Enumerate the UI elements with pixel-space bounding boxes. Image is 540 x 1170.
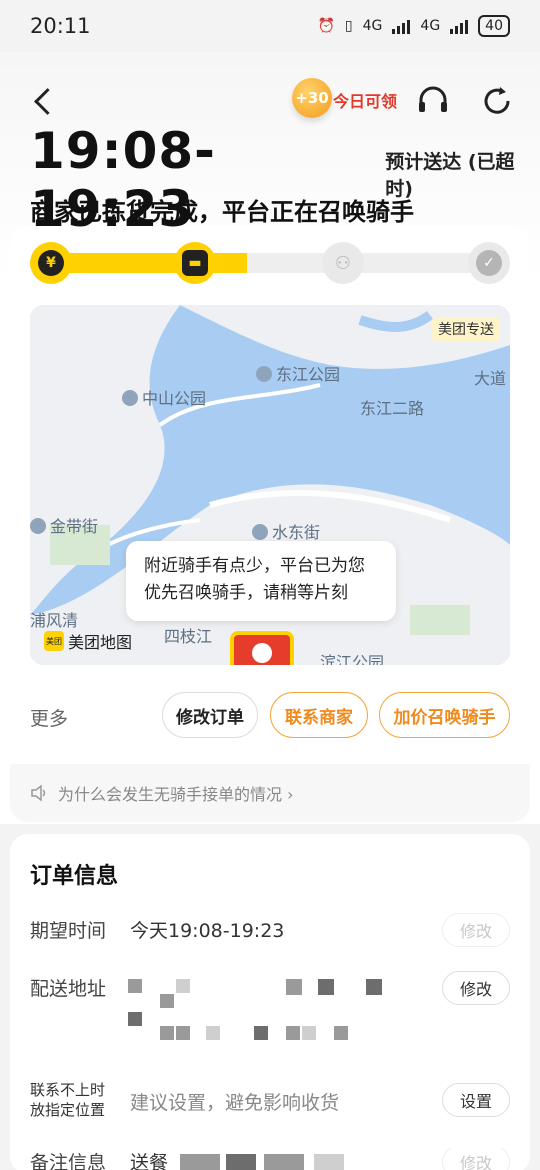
- expected-time-modify-button[interactable]: 修改: [442, 913, 510, 947]
- network-type-1: 4G: [362, 18, 383, 34]
- back-button[interactable]: [24, 82, 64, 122]
- map-label-binjiang-park: 滨江公园: [320, 653, 385, 665]
- delivery-map[interactable]: 美团专送 东江公园 中山公园 东江二路 大道 金带街 水东街 浦风清 四枝江 滨…: [30, 305, 510, 665]
- speaker-icon: [31, 784, 46, 802]
- park-icon: [122, 390, 138, 406]
- map-tip-bubble: 附近骑手有点少，平台已为您优先召唤骑手，请稍等片刻: [126, 541, 396, 621]
- step-paid: ¥: [30, 242, 72, 284]
- remark-row: 备注信息 送餐 修改: [30, 1148, 510, 1170]
- map-label-text: 中山公园: [142, 389, 207, 408]
- battery-icon: 40: [478, 15, 510, 37]
- map-label-zhongshan-park: 中山公园: [122, 385, 206, 409]
- unreachable-label-line2: 放指定位置: [30, 1101, 106, 1119]
- modify-order-button[interactable]: 修改订单: [162, 692, 258, 738]
- expected-time-row: 期望时间 今天19:08-19:23 修改: [30, 913, 510, 950]
- unreachable-value: 建议设置，避免影响收货: [130, 1092, 340, 1114]
- refresh-icon[interactable]: [480, 84, 514, 118]
- park-icon: [256, 366, 272, 382]
- address-label: 配送地址: [30, 978, 107, 1000]
- vibrate-icon: ▯: [344, 18, 353, 34]
- unreachable-row: 联系不上时 放指定位置 建议设置，避免影响收货 设置: [30, 1080, 510, 1120]
- map-label-shuidong-street: 水东街: [252, 519, 320, 543]
- shop-bag-icon: ▬: [182, 250, 208, 276]
- shop-marker-icon[interactable]: [230, 631, 294, 665]
- why-no-rider-text: 为什么会发生无骑手接单的情况 ›: [58, 785, 294, 804]
- order-status-title: 商家已拣货完成，平台正在召唤骑手: [30, 198, 414, 226]
- remark-modify-button[interactable]: 修改: [442, 1148, 510, 1170]
- map-label-jindai-street: 金带街: [30, 513, 98, 537]
- remark-value: 送餐: [130, 1152, 169, 1170]
- today-claim-link[interactable]: 今日可领: [333, 88, 397, 112]
- pin-icon: [30, 518, 46, 534]
- map-label-road: 东江二路: [360, 399, 425, 418]
- order-info-title: 订单信息: [30, 864, 119, 889]
- remark-label: 备注信息: [30, 1152, 107, 1170]
- map-label-text: 水东街: [272, 523, 321, 542]
- meituan-express-tag: 美团专送: [432, 317, 500, 341]
- pin-icon: [252, 524, 268, 540]
- add-price-summon-button[interactable]: 加价召唤骑手: [379, 692, 510, 738]
- address-row: 配送地址 修改: [30, 971, 510, 1054]
- delivery-progress: ¥ ▬ ⚇ ✓: [30, 242, 510, 284]
- more-actions-button[interactable]: 更多: [30, 704, 68, 731]
- map-label-pufengqing: 浦风清: [30, 611, 79, 630]
- contact-merchant-button[interactable]: 联系商家: [270, 692, 368, 738]
- expected-time-label: 期望时间: [30, 920, 107, 942]
- map-label-text: 东江公园: [276, 365, 341, 384]
- network-type-2: 4G: [420, 18, 441, 34]
- address-modify-button[interactable]: 修改: [442, 971, 510, 1005]
- map-label-avenue: 大道: [474, 369, 507, 388]
- scooter-icon: ⚇: [334, 252, 352, 274]
- step-delivered: ✓: [468, 242, 510, 284]
- signal-icon-2: [450, 18, 469, 34]
- unreachable-label: 联系不上时 放指定位置: [30, 1080, 105, 1120]
- check-shield-icon: ✓: [476, 250, 502, 276]
- alarm-icon: ⏰: [317, 18, 335, 34]
- map-logo: 美团 美团地图: [44, 629, 132, 653]
- coin-reward-icon[interactable]: +30: [292, 78, 332, 118]
- map-logo-text: 美团地图: [68, 633, 133, 652]
- unreachable-label-line1: 联系不上时: [30, 1081, 106, 1099]
- status-bar: 20:11 ⏰ ▯ 4G 4G 40: [0, 0, 540, 52]
- map-label-river: 四枝江: [164, 627, 213, 646]
- unreachable-set-button[interactable]: 设置: [442, 1083, 510, 1117]
- step-picked: ▬: [174, 242, 216, 284]
- status-icons: ⏰ ▯ 4G 4G 40: [317, 15, 510, 37]
- expected-time-value: 今天19:08-19:23: [130, 920, 285, 942]
- status-time: 20:11: [30, 14, 91, 38]
- yen-icon: ¥: [38, 250, 64, 276]
- map-label-text: 金带街: [50, 517, 99, 536]
- signal-icon: [392, 18, 411, 34]
- step-rider: ⚇: [322, 242, 364, 284]
- meituan-logo-icon: 美团: [44, 631, 64, 651]
- why-no-rider-link[interactable]: 为什么会发生无骑手接单的情况 ›: [10, 764, 530, 822]
- headset-icon[interactable]: [416, 84, 450, 118]
- map-label-dongjiang-park: 东江公园: [256, 361, 340, 385]
